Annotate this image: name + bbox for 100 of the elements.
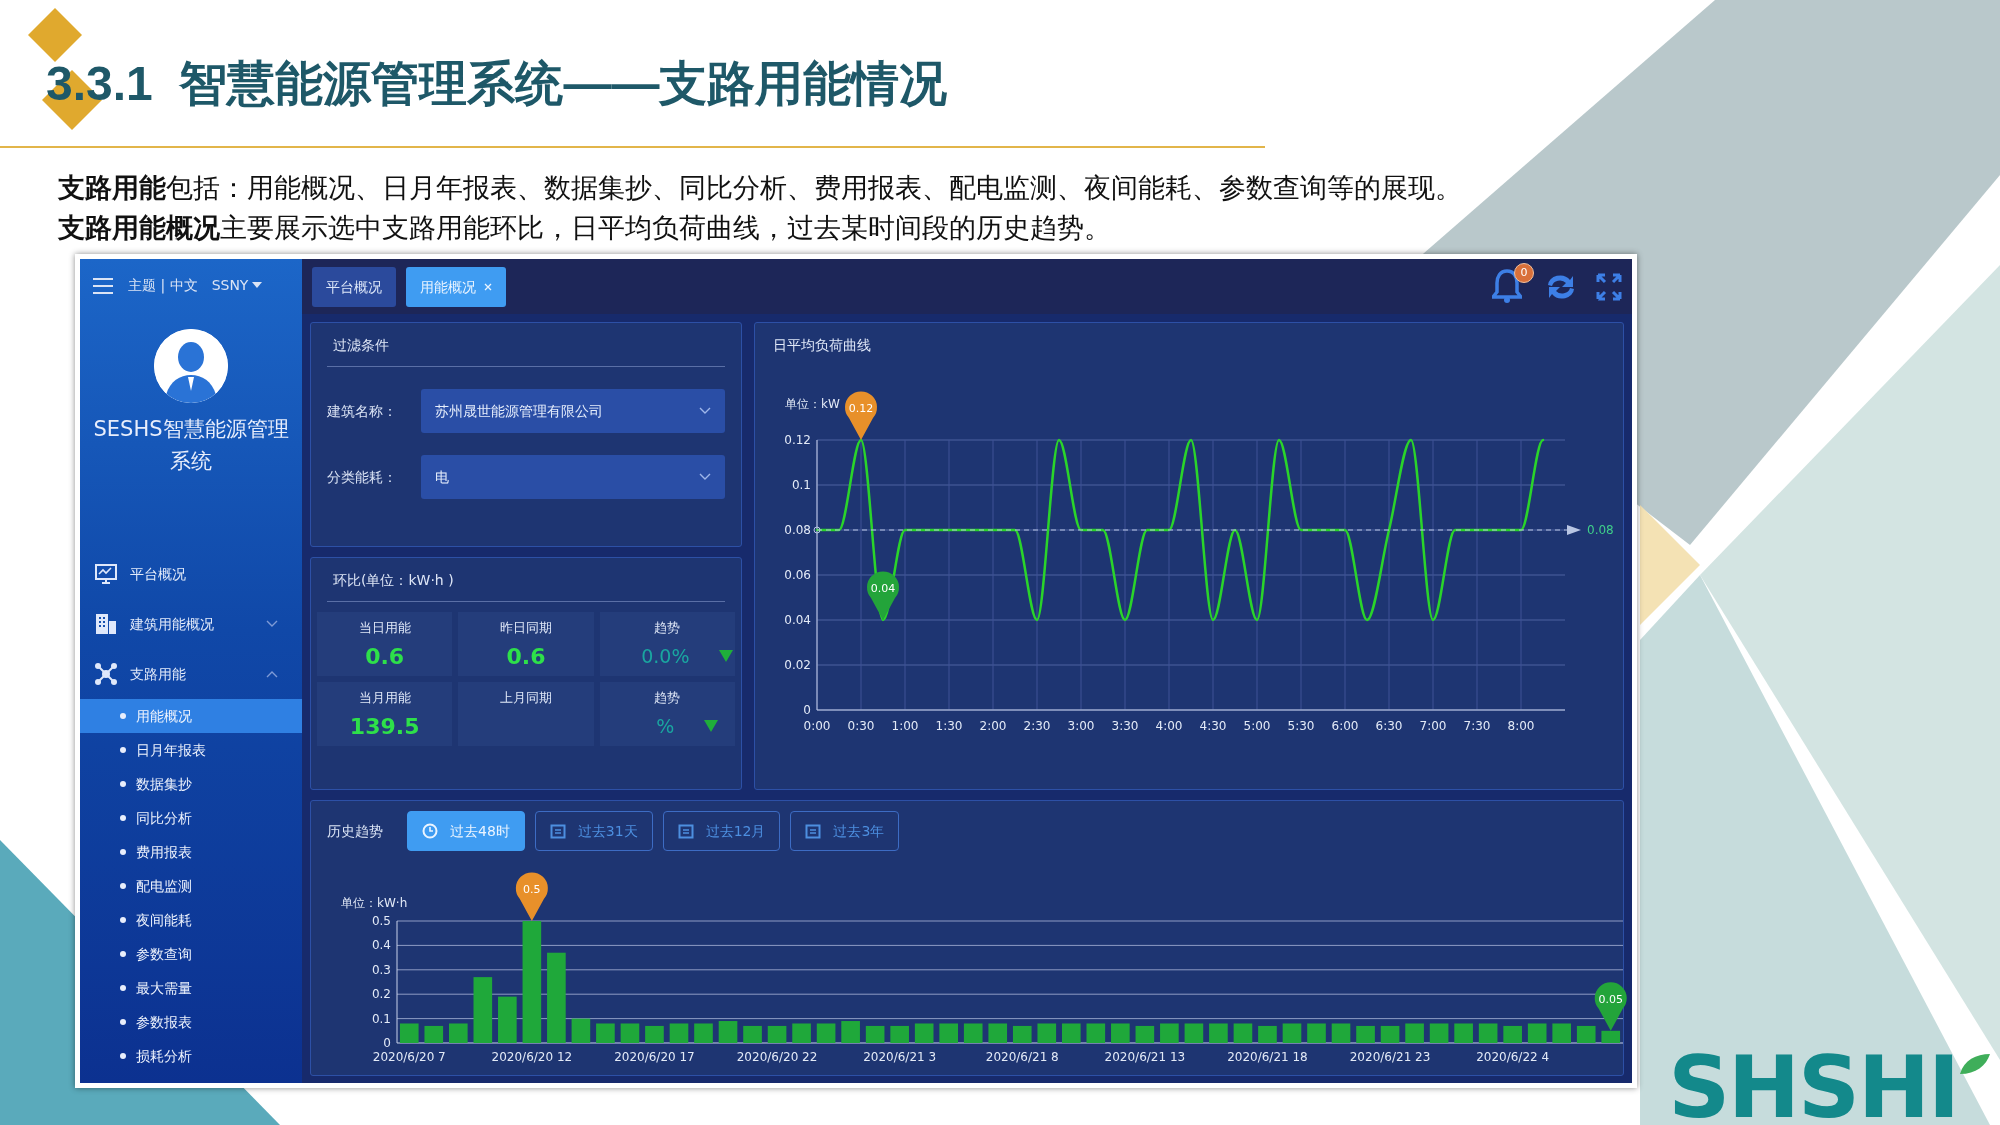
slide-paragraph: 支路用能概况主要展示选中支路用能环比，日平均负荷曲线，过去某时间段的历史趋势。 bbox=[58, 211, 1111, 245]
bell-icon bbox=[1492, 269, 1522, 303]
bar bbox=[939, 1023, 958, 1043]
stat-label: 上月同期 bbox=[500, 689, 552, 707]
bar bbox=[620, 1023, 640, 1043]
axis-tick-label: 2020/6/22 4 bbox=[1476, 1050, 1550, 1064]
axis-tick-label: 0.02 bbox=[784, 658, 811, 672]
tab[interactable]: 平台概况 bbox=[312, 267, 396, 307]
sidebar-subitem[interactable]: 日月年报表 bbox=[80, 733, 302, 767]
select-field[interactable]: 苏州晟世能源管理有限公司 bbox=[421, 389, 725, 433]
stat-value: 0.6 bbox=[365, 642, 405, 671]
bar bbox=[1552, 1023, 1571, 1043]
panel-title: 历史趋势 bbox=[327, 821, 383, 841]
trend-value: 0.0% bbox=[641, 643, 690, 669]
menu-icon bbox=[92, 276, 114, 295]
axis-tick-label: 0:00 bbox=[803, 719, 831, 733]
axis-tick-label: 2020/6/21 8 bbox=[985, 1050, 1059, 1064]
user-dropdown[interactable]: SSNY bbox=[211, 274, 263, 296]
sidebar-subitem[interactable]: 参数报表 bbox=[80, 1005, 302, 1039]
period-button[interactable]: 过去31天 bbox=[534, 811, 653, 851]
axis-tick-label: 6:00 bbox=[1331, 719, 1359, 733]
axis-tick-label: 0.3 bbox=[371, 962, 391, 977]
calendar-icon bbox=[805, 823, 822, 839]
clock-icon bbox=[422, 823, 438, 839]
bar bbox=[596, 1023, 615, 1043]
stat-value: 139.5 bbox=[349, 712, 420, 741]
period-button[interactable]: 过去3年 bbox=[790, 811, 900, 851]
bar bbox=[816, 1023, 836, 1043]
sidebar-subitem[interactable]: 同比分析 bbox=[80, 801, 302, 835]
bar bbox=[645, 1025, 664, 1043]
bar bbox=[1062, 1023, 1081, 1043]
bar bbox=[1184, 1023, 1204, 1043]
sidebar-item[interactable]: 建筑用能概况 bbox=[80, 599, 302, 649]
bar bbox=[498, 996, 517, 1043]
theme-language-text[interactable]: 主题 | 中文 bbox=[128, 274, 198, 296]
unit-label: 单位：kW·h bbox=[341, 896, 408, 910]
axis-tick-label: 2020/6/20 7 bbox=[372, 1050, 446, 1064]
stat-label: 趋势 bbox=[654, 619, 681, 637]
bar bbox=[424, 1025, 444, 1043]
bar bbox=[1111, 1023, 1130, 1043]
chevron-down-icon bbox=[266, 620, 278, 628]
sidebar-subitem[interactable]: 最大需量 bbox=[80, 971, 302, 1005]
axis-tick-label: 0.1 bbox=[371, 1011, 391, 1026]
bar bbox=[963, 1023, 983, 1043]
notification-badge: 0 bbox=[1514, 263, 1534, 283]
axis-tick-label: 1:00 bbox=[891, 719, 919, 733]
axis-tick-label: 3:00 bbox=[1067, 719, 1095, 733]
bar bbox=[988, 1023, 1008, 1043]
axis-tick-label: 4:30 bbox=[1199, 719, 1227, 733]
axis-tick-label: 0.06 bbox=[784, 568, 811, 582]
bar bbox=[1258, 1025, 1277, 1043]
axis-tick-label: 0.1 bbox=[791, 478, 811, 492]
axis-tick-label: 0:30 bbox=[847, 719, 875, 733]
bar bbox=[1012, 1025, 1032, 1043]
bar bbox=[1601, 1030, 1621, 1043]
sidebar-subitem[interactable]: 数据集抄 bbox=[80, 767, 302, 801]
axis-tick-label: 0 bbox=[383, 1036, 391, 1050]
select-field[interactable]: 电 bbox=[421, 455, 725, 499]
sidebar-subitem[interactable]: 配电监测 bbox=[80, 869, 302, 903]
axis-tick-label: 0.5 bbox=[371, 914, 391, 928]
axis-tick-label: 2020/6/20 22 bbox=[736, 1050, 818, 1064]
axis-tick-label: 2020/6/21 13 bbox=[1104, 1050, 1186, 1064]
axis-tick-label: 0.04 bbox=[784, 613, 811, 627]
bar bbox=[694, 1023, 713, 1043]
building-icon bbox=[94, 612, 118, 636]
bar bbox=[914, 1023, 934, 1043]
bar bbox=[792, 1023, 811, 1043]
bar bbox=[1478, 1023, 1498, 1043]
sidebar-subitem[interactable]: 参数查询 bbox=[80, 937, 302, 971]
system-name: SESHS智慧能源管理系统 bbox=[92, 416, 290, 475]
min-value-marker: 0.04 bbox=[867, 571, 899, 620]
chevron-up-icon bbox=[266, 670, 278, 678]
bar bbox=[1429, 1023, 1449, 1043]
axis-tick-label: 0.4 bbox=[371, 938, 391, 953]
sidebar-subitem[interactable]: 费用报表 bbox=[80, 835, 302, 869]
axis-tick-label: 3:30 bbox=[1111, 719, 1139, 733]
sidebar-subitem[interactable]: 损耗分析 bbox=[80, 1039, 302, 1073]
field-label: 分类能耗： bbox=[327, 467, 398, 487]
period-button[interactable]: 过去12月 bbox=[662, 811, 781, 851]
bar bbox=[1503, 1025, 1522, 1043]
panel-title: 过滤条件 bbox=[327, 323, 725, 367]
sidebar-item[interactable]: 平台概况 bbox=[80, 549, 302, 599]
bar bbox=[1282, 1023, 1302, 1043]
chevron-down-icon bbox=[699, 407, 711, 415]
bar bbox=[669, 1023, 689, 1043]
avatar-icon bbox=[154, 329, 228, 403]
axis-tick-label: 2:00 bbox=[979, 719, 1007, 733]
leaf-icon bbox=[1958, 1052, 1992, 1077]
bar bbox=[1356, 1025, 1375, 1043]
sidebar-subitem[interactable]: 用能概况 bbox=[80, 699, 302, 733]
stat-label: 当日用能 bbox=[358, 619, 411, 637]
bar bbox=[571, 1018, 591, 1043]
company-logo: SHSHI bbox=[1668, 1038, 1958, 1125]
sidebar-subitem[interactable]: 夜间能耗 bbox=[80, 903, 302, 937]
sidebar-item[interactable]: 支路用能 bbox=[80, 649, 302, 699]
bar bbox=[743, 1025, 762, 1043]
axis-tick-label: 0 bbox=[803, 703, 811, 717]
axis-tick-label: 6:30 bbox=[1375, 719, 1403, 733]
axis-tick-label: 8:00 bbox=[1507, 719, 1535, 733]
axis-tick-label: 0.12 bbox=[784, 433, 811, 447]
